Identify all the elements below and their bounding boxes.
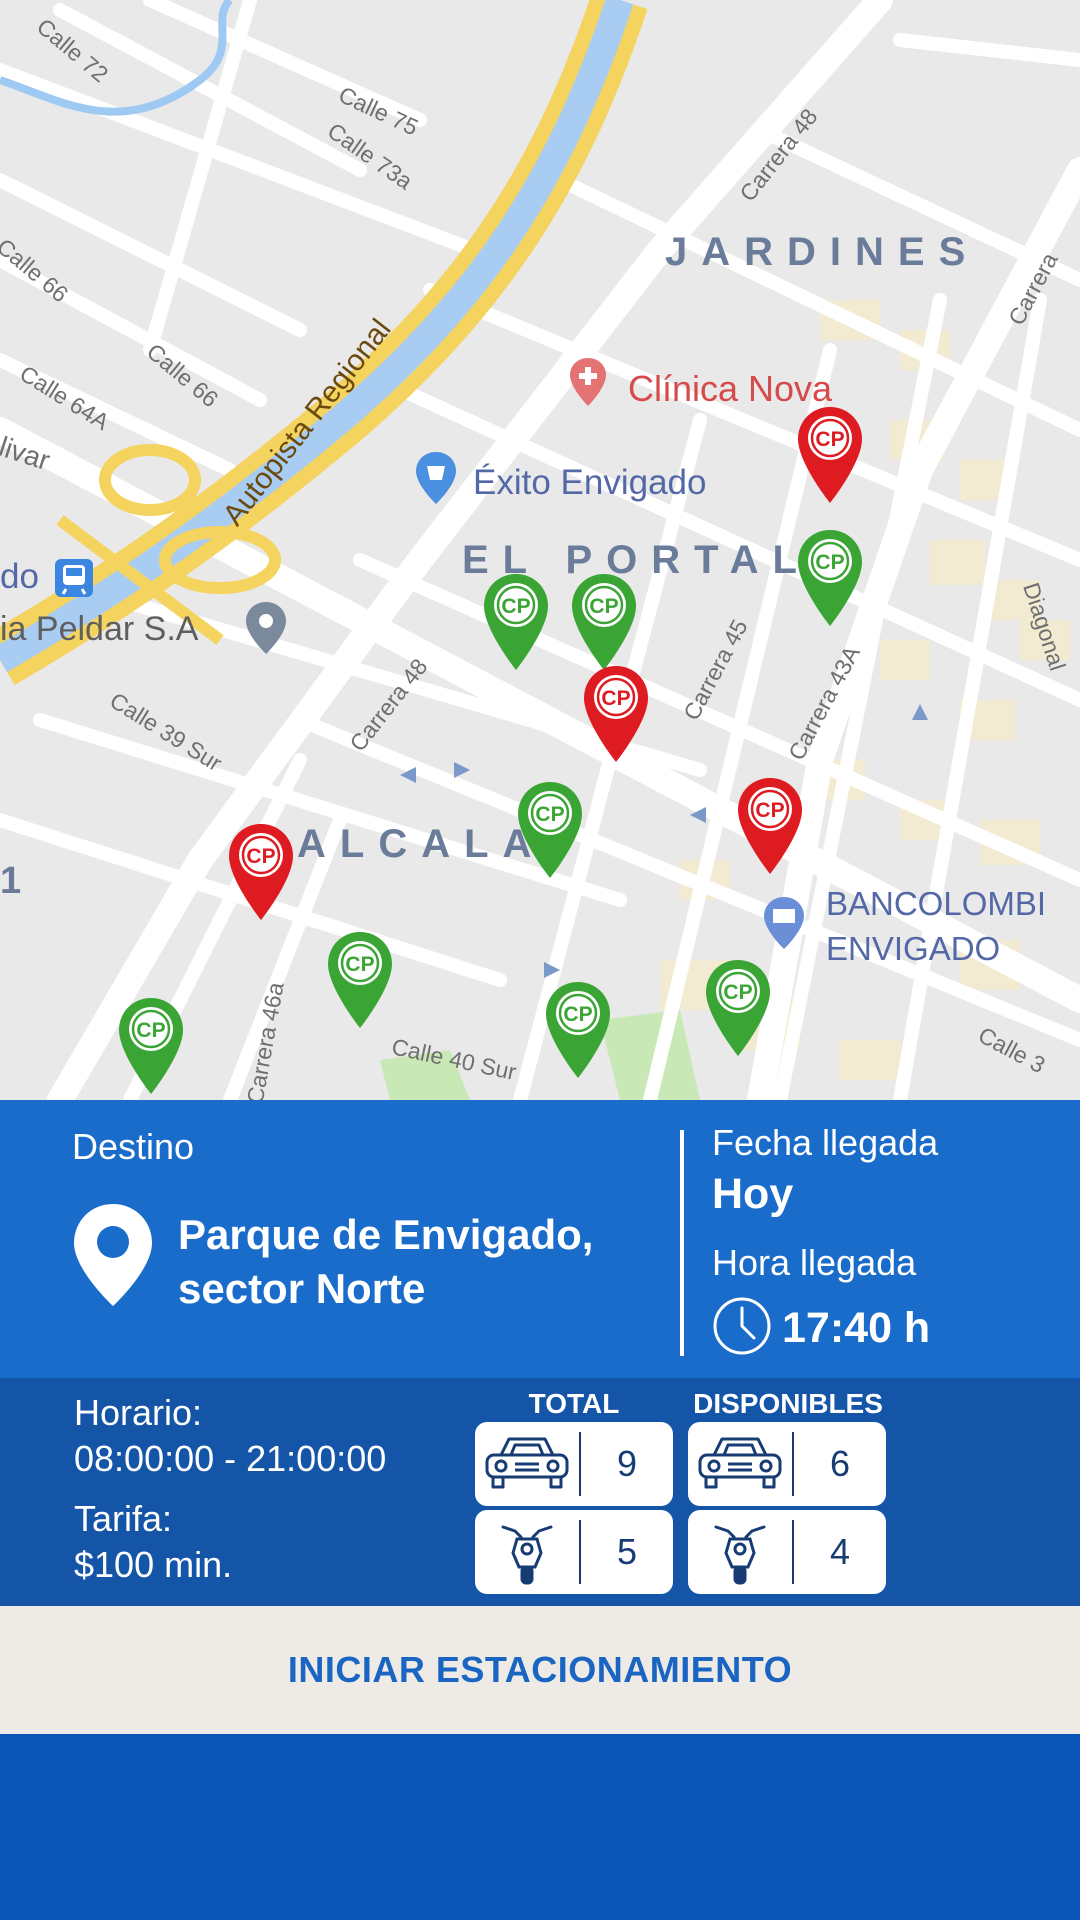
bank-icon[interactable] bbox=[762, 895, 806, 951]
parking-pin-available[interactable]: CP bbox=[117, 996, 185, 1096]
hospital-icon[interactable] bbox=[568, 356, 608, 408]
parking-marker-icon: CP bbox=[484, 574, 548, 670]
parking-marker-icon: CP bbox=[584, 666, 648, 762]
arrival-time-value[interactable]: 17:40 h bbox=[782, 1304, 930, 1353]
svg-text:CP: CP bbox=[535, 803, 564, 826]
motorcycle-icon bbox=[688, 1510, 792, 1594]
rate-value: $100 min. bbox=[74, 1544, 233, 1585]
available-cars-cell: 6 bbox=[688, 1422, 886, 1506]
svg-text:CP: CP bbox=[755, 799, 784, 822]
parking-marker-icon: CP bbox=[518, 782, 582, 878]
parking-marker-icon: CP bbox=[706, 960, 770, 1056]
available-motorcycles-cell: 4 bbox=[688, 1510, 886, 1594]
poi-metro-label: do bbox=[0, 557, 39, 596]
parking-pin-available[interactable]: CP bbox=[704, 958, 772, 1058]
location-pin-icon bbox=[74, 1204, 152, 1306]
svg-text:CP: CP bbox=[815, 428, 844, 451]
train-icon[interactable] bbox=[54, 558, 94, 598]
rate-label: Tarifa: bbox=[74, 1498, 173, 1539]
schedule-label: Horario: bbox=[74, 1392, 203, 1433]
parking-marker-icon: CP bbox=[229, 824, 293, 920]
parking-pin-occupied[interactable]: CP bbox=[736, 776, 804, 876]
svg-text:CP: CP bbox=[345, 953, 374, 976]
svg-text:CP: CP bbox=[563, 1003, 592, 1026]
location-marker-icon[interactable] bbox=[244, 600, 288, 656]
total-column-header: TOTAL bbox=[528, 1388, 620, 1419]
shopping-bag-icon[interactable] bbox=[414, 450, 458, 506]
arrival-date-label: Fecha llegada bbox=[712, 1122, 939, 1163]
schedule-value: 08:00:00 - 21:00:00 bbox=[74, 1438, 387, 1479]
destination-panel: Destino Parque de Envigado, sector Norte… bbox=[0, 1100, 1080, 1378]
car-icon bbox=[688, 1422, 792, 1506]
poi-exito-label: Éxito Envigado bbox=[473, 463, 707, 502]
total-cars-count: 9 bbox=[616, 1443, 638, 1484]
svg-text:CP: CP bbox=[723, 981, 752, 1004]
destination-label: Destino bbox=[72, 1126, 195, 1167]
svg-text:CP: CP bbox=[246, 845, 275, 868]
map-edge-label: 1 bbox=[0, 860, 22, 902]
panel-divider bbox=[680, 1130, 684, 1356]
poi-peldar-label: ia Peldar S.A bbox=[0, 610, 199, 648]
bottom-bar bbox=[0, 1734, 1080, 1920]
parking-marker-icon: CP bbox=[546, 982, 610, 1078]
total-cars-cell: 9 bbox=[475, 1422, 673, 1506]
arrival-date-value[interactable]: Hoy bbox=[712, 1170, 793, 1219]
parking-marker-icon: CP bbox=[328, 932, 392, 1028]
parking-pin-available[interactable]: CP bbox=[516, 780, 584, 880]
poi-clinic-label: Clínica Nova bbox=[628, 368, 833, 409]
neighborhood-label: ALCALA bbox=[297, 822, 546, 866]
parking-pin-available[interactable]: CP bbox=[326, 930, 394, 1030]
svg-text:CP: CP bbox=[589, 595, 618, 618]
parking-map[interactable]: JARDINES EL PORTAL ALCALA Autopista Regi… bbox=[0, 0, 1080, 1100]
parking-pin-available[interactable]: CP bbox=[796, 528, 864, 628]
parking-pin-occupied[interactable]: CP bbox=[227, 822, 295, 922]
parking-marker-icon: CP bbox=[798, 407, 862, 503]
parking-marker-icon: CP bbox=[119, 998, 183, 1094]
total-motorcycles-count: 5 bbox=[616, 1531, 638, 1572]
poi-bank-label-line2: ENVIGADO bbox=[826, 930, 1001, 967]
svg-text:CP: CP bbox=[601, 687, 630, 710]
parking-pin-occupied[interactable]: CP bbox=[796, 405, 864, 505]
total-motorcycles-cell: 5 bbox=[475, 1510, 673, 1594]
svg-text:CP: CP bbox=[815, 551, 844, 574]
parking-marker-icon: CP bbox=[798, 530, 862, 626]
poi-bank-label-line1: BANCOLOMBI bbox=[826, 885, 1047, 922]
available-column-header: DISPONIBLES bbox=[693, 1388, 883, 1419]
available-motorcycles-count: 4 bbox=[829, 1531, 851, 1572]
parking-pin-available[interactable]: CP bbox=[544, 980, 612, 1080]
arrival-time-label: Hora llegada bbox=[712, 1242, 917, 1283]
clock-icon bbox=[713, 1297, 771, 1355]
motorcycle-icon bbox=[475, 1510, 579, 1594]
parking-pin-available[interactable]: CP bbox=[570, 572, 638, 672]
parking-pin-occupied[interactable]: CP bbox=[582, 664, 650, 764]
neighborhood-label: JARDINES bbox=[665, 230, 980, 274]
parking-marker-icon: CP bbox=[572, 574, 636, 670]
start-parking-button[interactable]: INICIAR ESTACIONAMIENTO bbox=[0, 1606, 1080, 1734]
available-cars-count: 6 bbox=[829, 1443, 851, 1484]
car-icon bbox=[475, 1422, 579, 1506]
parking-info-panel: Horario: 08:00:00 - 21:00:00 Tarifa: $10… bbox=[0, 1378, 1080, 1606]
destination-name[interactable]: Parque de Envigado, sector Norte bbox=[178, 1208, 658, 1316]
parking-pin-available[interactable]: CP bbox=[482, 572, 550, 672]
svg-text:CP: CP bbox=[501, 595, 530, 618]
svg-text:CP: CP bbox=[136, 1019, 165, 1042]
parking-marker-icon: CP bbox=[738, 778, 802, 874]
